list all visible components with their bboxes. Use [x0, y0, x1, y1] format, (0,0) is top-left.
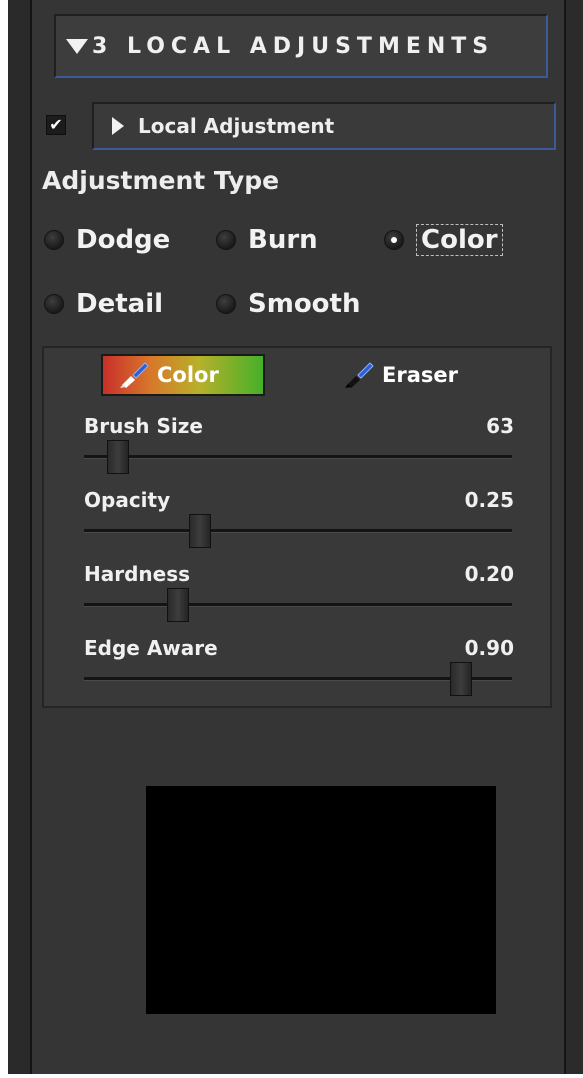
radio-button-icon[interactable] — [44, 294, 64, 314]
local-adjustments-panel: 3 LOCAL ADJUSTMENTS ✔ Local Adjustment A… — [32, 0, 564, 1074]
radio-button-icon[interactable] — [216, 294, 236, 314]
slider-edge-aware: Edge Aware 0.90 — [84, 636, 514, 706]
slider-thumb[interactable] — [189, 514, 211, 548]
brush-settings-panel: Color Eraser Brush Size 63 Opacity 0.25 — [42, 346, 552, 708]
local-adjustment-row: ✔ Local Adjustment — [44, 102, 556, 150]
right-panel-edge — [564, 0, 583, 1074]
paintbrush-icon — [120, 362, 149, 388]
slider-thumb[interactable] — [167, 588, 189, 622]
local-adjustment-checkbox[interactable]: ✔ — [46, 115, 66, 135]
slider-opacity: Opacity 0.25 — [84, 488, 514, 558]
slider-hardness: Hardness 0.20 — [84, 562, 514, 632]
slider-track[interactable] — [84, 603, 512, 607]
radio-label-burn: Burn — [248, 225, 318, 255]
brush-preview-area — [146, 786, 496, 1014]
radio-label-color: Color — [416, 224, 503, 256]
radio-label-smooth: Smooth — [248, 289, 361, 319]
slider-thumb[interactable] — [107, 440, 129, 474]
color-tool-label: Color — [157, 363, 219, 387]
adjustment-type-label: Adjustment Type — [42, 166, 280, 195]
slider-track[interactable] — [84, 455, 512, 459]
slider-thumb[interactable] — [450, 662, 472, 696]
radio-label-dodge: Dodge — [76, 225, 171, 255]
radio-button-icon[interactable] — [216, 230, 236, 250]
eraser-tool-button[interactable]: Eraser — [344, 354, 484, 396]
radio-smooth[interactable]: Smooth — [216, 284, 360, 324]
radio-button-icon[interactable] — [44, 230, 64, 250]
slider-value-edge-aware: 0.90 — [464, 636, 514, 660]
section-title: 3 LOCAL ADJUSTMENTS — [92, 33, 495, 59]
radio-button-selected-icon[interactable] — [384, 230, 404, 250]
local-adjustment-label: Local Adjustment — [138, 114, 335, 138]
radio-burn[interactable]: Burn — [216, 220, 318, 260]
slider-label-opacity: Opacity — [84, 488, 171, 512]
triangle-right-icon — [112, 117, 124, 135]
paintbrush-icon — [345, 362, 374, 388]
slider-label-hardness: Hardness — [84, 562, 191, 586]
eraser-tool-label: Eraser — [382, 363, 458, 387]
slider-track[interactable] — [84, 529, 512, 533]
radio-label-detail: Detail — [76, 289, 164, 319]
radio-color[interactable]: Color — [384, 220, 503, 260]
slider-value-hardness: 0.20 — [464, 562, 514, 586]
radio-dodge[interactable]: Dodge — [44, 220, 170, 260]
slider-value-opacity: 0.25 — [464, 488, 514, 512]
section-header-local-adjustments[interactable]: 3 LOCAL ADJUSTMENTS — [54, 14, 548, 78]
slider-value-brush-size: 63 — [486, 414, 514, 438]
left-panel-edge — [8, 0, 32, 1074]
slider-label-edge-aware: Edge Aware — [84, 636, 218, 660]
slider-label-brush-size: Brush Size — [84, 414, 203, 438]
local-adjustment-disclosure[interactable]: Local Adjustment — [92, 102, 556, 150]
bottom-border — [0, 1074, 583, 1078]
tool-panel-container: 3 LOCAL ADJUSTMENTS ✔ Local Adjustment A… — [8, 0, 583, 1074]
radio-detail[interactable]: Detail — [44, 284, 163, 324]
color-brush-tool-button[interactable]: Color — [101, 354, 265, 396]
slider-track[interactable] — [84, 677, 512, 681]
triangle-down-icon — [66, 38, 88, 54]
slider-brush-size: Brush Size 63 — [84, 414, 514, 484]
